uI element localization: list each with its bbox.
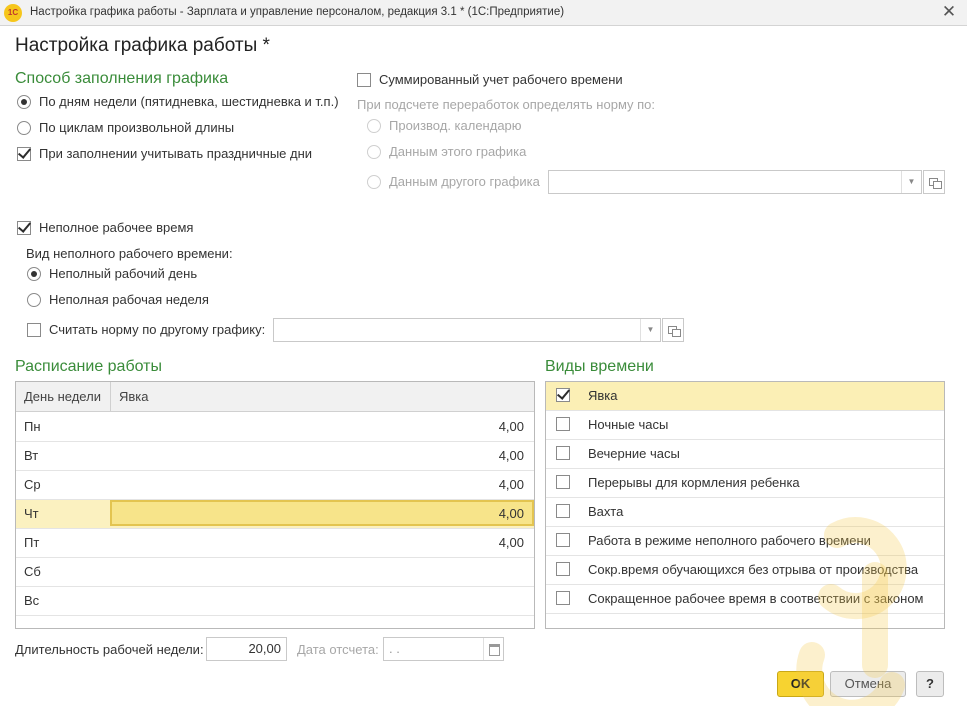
table-row[interactable]: Пн 4,00 xyxy=(16,413,534,442)
list-item[interactable]: Сокращенное рабочее время в соответствии… xyxy=(546,585,944,614)
table-row-selected[interactable]: Чт 4,00 xyxy=(16,500,534,529)
chevron-down-icon[interactable]: ▼ xyxy=(901,171,921,193)
checkbox-summarized-label: Суммированный учет рабочего времени xyxy=(379,72,623,87)
list-item[interactable]: Вахта xyxy=(546,498,944,527)
row-value[interactable]: 4,00 xyxy=(491,471,524,499)
radio-by-weekdays-control[interactable] xyxy=(17,95,31,109)
row-day: Вс xyxy=(24,593,40,608)
list-item[interactable]: Вечерние часы xyxy=(546,440,944,469)
week-length-field[interactable]: 20,00 xyxy=(206,637,287,661)
list-item[interactable]: Ночные часы xyxy=(546,411,944,440)
checkbox-holidays-control[interactable] xyxy=(17,147,31,161)
radio-by-weekdays-label: По дням недели (пятидневка, шестидневка … xyxy=(39,94,339,109)
time-type-label: Сокращенное рабочее время в соответствии… xyxy=(588,591,924,606)
row-day: Сб xyxy=(24,564,41,579)
list-item[interactable]: Работа в режиме неполного рабочего време… xyxy=(546,527,944,556)
ref-date-field[interactable]: . . xyxy=(383,637,504,661)
row-value[interactable]: 4,00 xyxy=(491,413,524,441)
row-value[interactable] xyxy=(516,587,524,615)
ref-date-label: Дата отсчета: xyxy=(297,642,379,657)
ok-button[interactable]: OK xyxy=(777,671,824,697)
radio-parttime-week-label: Неполная рабочая неделя xyxy=(49,292,209,307)
table-row[interactable]: Вс xyxy=(16,587,534,616)
schedule-table-header: День недели Явка xyxy=(16,382,534,412)
time-type-checkbox[interactable] xyxy=(556,562,570,576)
row-day: Чт xyxy=(24,506,39,521)
cancel-button[interactable]: Отмена xyxy=(830,671,906,697)
list-item-selected[interactable]: Явка xyxy=(546,382,944,411)
table-row[interactable]: Пт 4,00 xyxy=(16,529,534,558)
time-type-label: Сокр.время обучающихся без отрыва от про… xyxy=(588,562,919,577)
time-type-checkbox[interactable] xyxy=(556,446,570,460)
checkbox-parttime-control[interactable] xyxy=(17,221,31,235)
other-graph-select[interactable]: ▼ xyxy=(548,170,922,194)
time-types-list[interactable]: Явка Ночные часы Вечерние часы Перерывы … xyxy=(545,381,945,629)
selected-cell[interactable] xyxy=(110,500,534,526)
row-value[interactable]: 4,00 xyxy=(491,529,524,557)
row-value[interactable]: 4,00 xyxy=(491,500,524,528)
other-norm-select[interactable]: ▼ xyxy=(273,318,661,342)
time-type-checkbox[interactable] xyxy=(556,417,570,431)
ref-date-value: . . xyxy=(389,641,400,656)
help-button[interactable]: ? xyxy=(916,671,944,697)
checkbox-parttime-label: Неполное рабочее время xyxy=(39,220,194,235)
week-length-label: Длительность рабочей недели: xyxy=(15,642,204,657)
radio-norm-calendar-control[interactable] xyxy=(367,119,381,133)
radio-parttime-day-label: Неполный рабочий день xyxy=(49,266,198,281)
radio-norm-other-graph-label: Данным другого графика xyxy=(389,174,540,189)
chevron-down-icon[interactable]: ▼ xyxy=(640,319,660,341)
radio-norm-this-graph-control[interactable] xyxy=(367,145,381,159)
checkbox-summarized-control[interactable] xyxy=(357,73,371,87)
time-type-checkbox[interactable] xyxy=(556,591,570,605)
time-type-checkbox[interactable] xyxy=(556,388,570,402)
row-day: Вт xyxy=(24,448,39,463)
col-day-header[interactable]: День недели xyxy=(16,382,111,412)
time-type-checkbox[interactable] xyxy=(556,475,570,489)
list-item[interactable]: Перерывы для кормления ребенка xyxy=(546,469,944,498)
radio-by-cycles-label: По циклам произвольной длины xyxy=(39,120,235,135)
radio-by-cycles-control[interactable] xyxy=(17,121,31,135)
radio-norm-other-graph-control[interactable] xyxy=(367,175,381,189)
open-other-norm-icon[interactable] xyxy=(662,318,684,342)
time-type-checkbox[interactable] xyxy=(556,504,570,518)
radio-parttime-week-control[interactable] xyxy=(27,293,41,307)
window-title: Настройка графика работы - Зарплата и уп… xyxy=(30,6,565,18)
time-type-label: Перерывы для кормления ребенка xyxy=(588,475,800,490)
time-type-label: Вечерние часы xyxy=(588,446,680,461)
window-titlebar: 1С Настройка графика работы - Зарплата и… xyxy=(0,0,967,26)
calendar-icon[interactable] xyxy=(483,638,503,660)
checkbox-other-norm-control[interactable] xyxy=(27,323,41,337)
1c-logo-icon: 1С xyxy=(4,4,22,22)
radio-norm-this-graph-label: Данным этого графика xyxy=(389,144,527,159)
time-type-checkbox[interactable] xyxy=(556,533,570,547)
table-row[interactable]: Ср 4,00 xyxy=(16,471,534,500)
fill-method-title: Способ заполнения графика xyxy=(15,70,229,87)
time-type-label: Работа в режиме неполного рабочего време… xyxy=(588,533,871,548)
norm-caption: При подсчете переработок определять норм… xyxy=(357,97,656,112)
table-row[interactable]: Вт 4,00 xyxy=(16,442,534,471)
checkbox-other-norm-label: Считать норму по другому графику: xyxy=(49,322,266,337)
schedule-table[interactable]: День недели Явка Пн 4,00 Вт 4,00 Ср 4,00… xyxy=(15,381,535,629)
close-icon[interactable]: ✕ xyxy=(939,2,959,22)
time-type-label: Явка xyxy=(588,388,618,403)
table-row[interactable]: Сб xyxy=(16,558,534,587)
col-attendance-header[interactable]: Явка xyxy=(111,382,149,412)
form-title: Настройка графика работы * xyxy=(15,35,270,56)
row-day: Пт xyxy=(24,535,40,550)
row-value[interactable] xyxy=(516,558,524,586)
row-value[interactable]: 4,00 xyxy=(491,442,524,470)
list-item[interactable]: Сокр.время обучающихся без отрыва от про… xyxy=(546,556,944,585)
row-day: Пн xyxy=(24,419,41,434)
schedule-title: Расписание работы xyxy=(15,358,162,375)
time-type-label: Вахта xyxy=(588,504,624,519)
radio-parttime-day-control[interactable] xyxy=(27,267,41,281)
open-other-graph-icon[interactable] xyxy=(923,170,945,194)
row-day: Ср xyxy=(24,477,41,492)
parttime-kind-caption: Вид неполного рабочего времени: xyxy=(26,246,233,261)
checkbox-holidays-label: При заполнении учитывать праздничные дни xyxy=(39,146,313,161)
radio-norm-calendar-label: Производ. календарю xyxy=(389,118,522,133)
time-type-label: Ночные часы xyxy=(588,417,669,432)
time-types-title: Виды времени xyxy=(545,358,654,375)
